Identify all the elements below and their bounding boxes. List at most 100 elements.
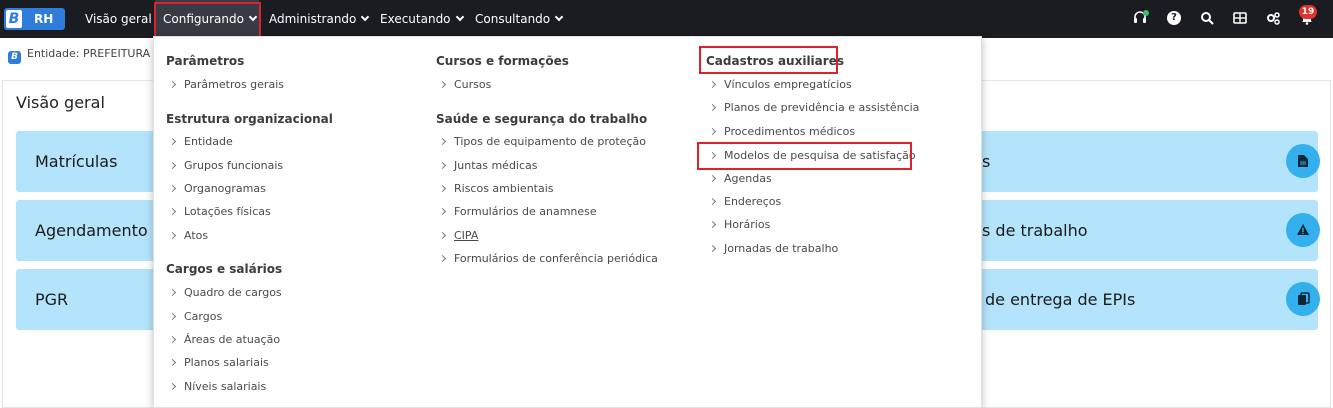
chevron-right-icon: [168, 335, 177, 344]
menu-item-cipa[interactable]: CIPA: [438, 229, 478, 242]
entity-label: Entidade: PREFEITURA D: [27, 47, 163, 60]
chevron-right-icon: [708, 103, 717, 112]
chevron-right-icon: [438, 80, 447, 89]
menu-item-label: Jornadas de trabalho: [724, 242, 839, 255]
menu-item-riscos-ambientais[interactable]: Riscos ambientais: [438, 182, 554, 195]
section-cursos-e-formacoes: Cursos e formações: [436, 54, 569, 68]
menu-item-label: Procedimentos médicos: [724, 125, 856, 138]
chevron-right-icon: [708, 220, 717, 229]
menu-item-tipos-de-equipamento[interactable]: Tipos de equipamento de proteção: [438, 135, 646, 148]
menu-item-label: Cursos: [454, 78, 492, 91]
apps-grid-icon[interactable]: [1233, 11, 1247, 25]
chevron-right-icon: [438, 254, 447, 263]
nav-executando[interactable]: Executando: [380, 0, 464, 38]
nav-label: Executando: [380, 12, 451, 26]
section-saude-e-seguranca: Saúde e segurança do trabalho: [436, 112, 648, 126]
menu-item-label: Cargos: [184, 310, 223, 323]
online-status-dot: [1143, 10, 1149, 16]
nav-consultando[interactable]: Consultando: [475, 0, 564, 38]
menu-item-organogramas[interactable]: Organogramas: [168, 182, 266, 195]
menu-item-label: Agendas: [724, 172, 772, 185]
entity-selector[interactable]: B Entidade: PREFEITURA D: [8, 47, 162, 64]
menu-item-label: Níveis salariais: [184, 380, 267, 393]
menu-item-enderecos[interactable]: Endereços: [708, 195, 781, 208]
chevron-down-icon: [554, 12, 564, 22]
chevron-right-icon: [438, 184, 447, 193]
card-label: Matrículas: [35, 152, 118, 171]
app-logo[interactable]: B RH: [4, 8, 65, 30]
chevron-right-icon: [708, 174, 717, 183]
highlight-box: [154, 2, 261, 38]
menu-item-label: Entidade: [184, 135, 233, 148]
menu-item-label: Riscos ambientais: [454, 182, 554, 195]
chevron-right-icon: [168, 312, 177, 321]
card-pgr[interactable]: PGR: [16, 269, 156, 330]
card-right-2[interactable]: s de trabalho: [970, 200, 1318, 261]
menu-item-label: Planos de previdência e assistência: [724, 101, 920, 114]
warning-icon[interactable]: [1286, 213, 1320, 247]
logo-letter: B: [6, 10, 22, 28]
card-label: s: [982, 152, 991, 171]
menu-item-entidade[interactable]: Entidade: [168, 135, 233, 148]
menu-item-areas-de-atuacao[interactable]: Áreas de atuação: [168, 333, 281, 346]
menu-item-jornadas-de-trabalho[interactable]: Jornadas de trabalho: [708, 242, 839, 255]
search-icon[interactable]: [1200, 11, 1214, 25]
chevron-right-icon: [168, 382, 177, 391]
menu-item-label: Quadro de cargos: [184, 286, 282, 299]
menu-item-atos[interactable]: Atos: [168, 229, 208, 242]
chevron-right-icon: [438, 137, 447, 146]
section-cargos-e-salarios: Cargos e salários: [166, 262, 283, 276]
card-right-3[interactable]: de entrega de EPIs: [970, 269, 1318, 330]
menu-item-label: Áreas de atuação: [184, 333, 281, 346]
menu-item-cursos[interactable]: Cursos: [438, 78, 492, 91]
chevron-right-icon: [708, 127, 717, 136]
brand-icon: B: [8, 51, 21, 64]
menu-item-label: Parâmetros gerais: [184, 78, 284, 91]
menu-item-label: Vínculos empregatícios: [724, 78, 852, 91]
menu-item-formularios-de-conferencia[interactable]: Formulários de conferência periódica: [438, 252, 658, 265]
menu-item-procedimentos-medicos[interactable]: Procedimentos médicos: [708, 125, 856, 138]
highlight-box: [697, 142, 912, 170]
chevron-right-icon: [168, 161, 177, 170]
chevron-right-icon: [168, 207, 177, 216]
menu-item-parametros-gerais[interactable]: Parâmetros gerais: [168, 78, 284, 91]
menu-item-horarios[interactable]: Horários: [708, 218, 770, 231]
menu-item-label: Grupos funcionais: [184, 159, 284, 172]
menu-item-vinculos-empregaticios[interactable]: Vínculos empregatícios: [708, 78, 852, 91]
chevron-right-icon: [708, 80, 717, 89]
chevron-down-icon: [361, 12, 370, 22]
menu-item-quadro-de-cargos[interactable]: Quadro de cargos: [168, 286, 282, 299]
nav-label: Administrando: [269, 12, 357, 26]
menu-item-label: Formulários de conferência periódica: [454, 252, 658, 265]
card-agendamento[interactable]: Agendamento: [16, 200, 156, 261]
menu-item-agendas[interactable]: Agendas: [708, 172, 772, 185]
section-parametros: Parâmetros: [166, 54, 245, 68]
card-label: PGR: [35, 290, 69, 309]
nav-visao-geral[interactable]: Visão geral: [85, 0, 152, 38]
menu-item-niveis-salariais[interactable]: Níveis salariais: [168, 380, 267, 393]
card-right-1[interactable]: s: [970, 131, 1318, 192]
configurando-dropdown-menu: [153, 36, 982, 408]
logo-text: RH: [34, 12, 54, 26]
menu-item-cargos[interactable]: Cargos: [168, 310, 223, 323]
menu-item-formularios-de-anamnese[interactable]: Formulários de anamnese: [438, 205, 597, 218]
menu-item-planos-salariais[interactable]: Planos salariais: [168, 356, 269, 369]
chevron-right-icon: [708, 197, 717, 206]
menu-item-planos-de-previdencia[interactable]: Planos de previdência e assistência: [708, 101, 920, 114]
chevron-right-icon: [438, 231, 447, 240]
menu-item-grupos-funcionais[interactable]: Grupos funcionais: [168, 159, 284, 172]
chevron-right-icon: [168, 80, 177, 89]
help-icon[interactable]: ?: [1167, 11, 1181, 25]
menu-item-lotacoes-fisicas[interactable]: Lotações físicas: [168, 205, 271, 218]
notification-badge: 19: [1299, 5, 1317, 19]
card-matriculas[interactable]: Matrículas: [16, 131, 156, 192]
document-icon[interactable]: [1286, 144, 1320, 178]
card-label: Agendamento: [35, 221, 148, 240]
gears-icon[interactable]: [1266, 11, 1280, 25]
nav-administrando[interactable]: Administrando: [269, 0, 370, 38]
copy-icon[interactable]: [1286, 282, 1320, 316]
menu-item-label: Formulários de anamnese: [454, 205, 597, 218]
page-title: Visão geral: [16, 93, 105, 112]
menu-item-juntas-medicas[interactable]: Juntas médicas: [438, 159, 538, 172]
chevron-right-icon: [168, 184, 177, 193]
